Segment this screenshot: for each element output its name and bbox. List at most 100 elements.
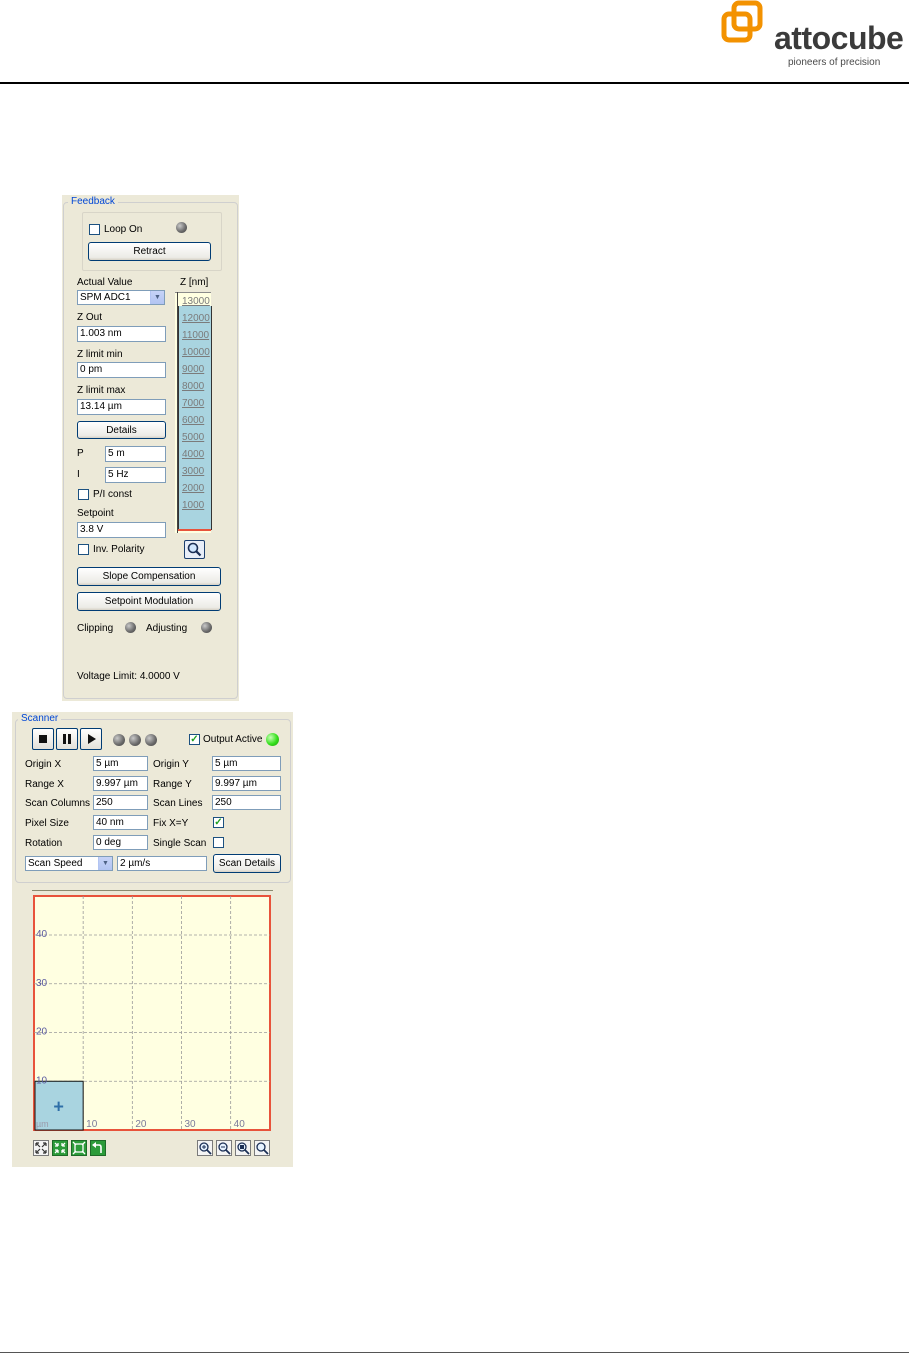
stop-button[interactable] xyxy=(32,728,54,750)
output-active-checkbox[interactable]: ✓ xyxy=(189,734,200,745)
fit-view-button[interactable] xyxy=(33,1140,49,1156)
pi-const-label: P/I const xyxy=(93,489,132,500)
speed-value-field[interactable]: 2 µm/s xyxy=(117,856,207,871)
slope-compensation-button[interactable]: Slope Compensation xyxy=(77,567,221,586)
pause-button[interactable] xyxy=(56,728,78,750)
loop-on-label: Loop On xyxy=(104,224,143,235)
play-icon xyxy=(88,734,96,744)
full-range-button[interactable] xyxy=(71,1140,87,1156)
pause-icon xyxy=(63,734,71,744)
setpoint-field[interactable]: 3.8 V xyxy=(77,522,166,538)
p-label: P xyxy=(77,448,84,459)
pixel-size-field[interactable]: 40 nm xyxy=(93,815,148,830)
scan-area-canvas[interactable]: +10 20 30 40 40 30 20 10 µm xyxy=(32,890,273,1133)
actual-value-selected: SPM ADC1 xyxy=(80,292,131,303)
z-out-field: 1.003 nm xyxy=(77,326,166,342)
zoom-out-icon xyxy=(218,1142,231,1155)
p-field[interactable]: 5 m xyxy=(105,446,166,462)
scan-details-button[interactable]: Scan Details xyxy=(213,854,281,873)
inv-polarity-label: Inv. Polarity xyxy=(93,544,145,555)
attocube-logo-icon xyxy=(721,0,763,44)
undo-arrow-icon xyxy=(92,1142,102,1153)
z-limit-max-field[interactable]: 13.14 µm xyxy=(77,399,166,415)
i-label: I xyxy=(77,469,80,480)
scan-lines-field[interactable]: 250 xyxy=(212,795,281,810)
retract-button[interactable]: Retract xyxy=(88,242,211,261)
zoom-reset-button[interactable] xyxy=(254,1140,270,1156)
adjusting-led xyxy=(201,622,212,633)
scan-columns-field[interactable]: 250 xyxy=(93,795,148,810)
i-field[interactable]: 5 Hz xyxy=(105,467,166,483)
shrink-arrows-icon xyxy=(54,1142,66,1154)
plot-y-tick-label: 10 xyxy=(36,1075,48,1086)
pixel-size-label: Pixel Size xyxy=(25,818,69,829)
pi-const-checkbox[interactable] xyxy=(78,489,89,500)
z-gauge-tick-label: 8000 xyxy=(182,381,205,392)
zoom-gauge-button[interactable] xyxy=(184,540,205,559)
plot-unit-label: µm xyxy=(36,1119,49,1129)
plot-x-tick-label: 40 xyxy=(234,1119,246,1130)
scan-status-led-1 xyxy=(113,734,125,746)
z-gauge-tick-label: 6000 xyxy=(182,415,205,426)
rotation-field[interactable]: 0 deg xyxy=(93,835,148,850)
zoom-region-button[interactable] xyxy=(235,1140,251,1156)
setpoint-modulation-button[interactable]: Setpoint Modulation xyxy=(77,592,221,611)
scanner-panel: Scanner ✓ Output Active Origin X 5 µm Or… xyxy=(12,712,293,1167)
zoom-out-button[interactable] xyxy=(216,1140,232,1156)
range-y-field[interactable]: 9.997 µm xyxy=(212,776,281,791)
adjusting-label: Adjusting xyxy=(146,623,188,634)
play-button[interactable] xyxy=(80,728,102,750)
z-gauge-top-line xyxy=(175,292,211,293)
origin-x-label: Origin X xyxy=(25,759,62,770)
fix-xy-label: Fix X=Y xyxy=(153,818,189,829)
details-button[interactable]: Details xyxy=(77,421,166,439)
origin-x-field[interactable]: 5 µm xyxy=(93,756,148,771)
setpoint-label: Setpoint xyxy=(77,508,114,519)
plot-y-tick-label: 40 xyxy=(36,929,48,940)
scan-columns-label: Scan Columns xyxy=(25,798,91,809)
z-gauge-tick-label: 11000 xyxy=(182,330,210,341)
brand-tagline: pioneers of precision xyxy=(788,57,881,68)
plot-y-tick-label: 30 xyxy=(36,978,48,989)
fix-xy-checkbox[interactable]: ✓ xyxy=(213,817,224,828)
zoom-in-button[interactable] xyxy=(197,1140,213,1156)
voltage-limit-text: Voltage Limit: 4.0000 V xyxy=(77,671,180,682)
chevron-down-icon[interactable]: ▼ xyxy=(98,857,112,870)
z-gauge-tick-label: 2000 xyxy=(182,483,205,494)
shrink-scan-button[interactable] xyxy=(52,1140,68,1156)
z-out-label: Z Out xyxy=(77,312,103,323)
clipping-led xyxy=(125,622,136,633)
feedback-panel: Feedback Loop On Retract Actual Value SP… xyxy=(62,195,239,701)
z-gauge-limit-line xyxy=(178,529,211,531)
z-axis-label: Z [nm] xyxy=(180,277,209,288)
z-limit-min-field[interactable]: 0 pm xyxy=(77,362,166,378)
clipping-label: Clipping xyxy=(77,623,114,634)
z-gauge-tick-label: 4000 xyxy=(182,449,205,460)
speed-mode-select[interactable]: Scan Speed ▼ xyxy=(25,856,113,871)
plot-x-tick-label: 10 xyxy=(86,1119,98,1130)
undo-button[interactable] xyxy=(90,1140,106,1156)
scan-area-plot[interactable]: +10 20 30 40 40 30 20 10 µm xyxy=(32,890,273,1133)
speed-mode-selected: Scan Speed xyxy=(28,858,83,869)
header-rule xyxy=(0,82,909,84)
z-gauge-tick-label: 7000 xyxy=(182,398,205,409)
origin-y-label: Origin Y xyxy=(153,759,189,770)
footer-rule xyxy=(0,1352,909,1353)
scanner-title: Scanner xyxy=(18,713,62,725)
z-gauge-tick-label: 9000 xyxy=(182,364,205,375)
plot-x-tick-label: 30 xyxy=(185,1119,197,1130)
z-gauge-tick-label: 3000 xyxy=(182,466,205,477)
inv-polarity-checkbox[interactable] xyxy=(78,544,89,555)
actual-value-label: Actual Value xyxy=(77,277,133,288)
z-position-gauge: 13000 12000 11000 10000 9000 8000 7000 6000 5000… xyxy=(175,292,212,533)
stop-icon xyxy=(39,735,47,743)
z-limit-min-label: Z limit min xyxy=(77,349,123,360)
single-scan-label: Single Scan xyxy=(153,838,207,849)
origin-y-field[interactable]: 5 µm xyxy=(212,756,281,771)
actual-value-select[interactable]: SPM ADC1 ▼ xyxy=(77,290,165,305)
single-scan-checkbox[interactable] xyxy=(213,837,224,848)
chevron-down-icon[interactable]: ▼ xyxy=(150,291,164,304)
scan-status-led-2 xyxy=(129,734,141,746)
loop-on-checkbox[interactable] xyxy=(89,224,100,235)
range-x-field[interactable]: 9.997 µm xyxy=(93,776,148,791)
